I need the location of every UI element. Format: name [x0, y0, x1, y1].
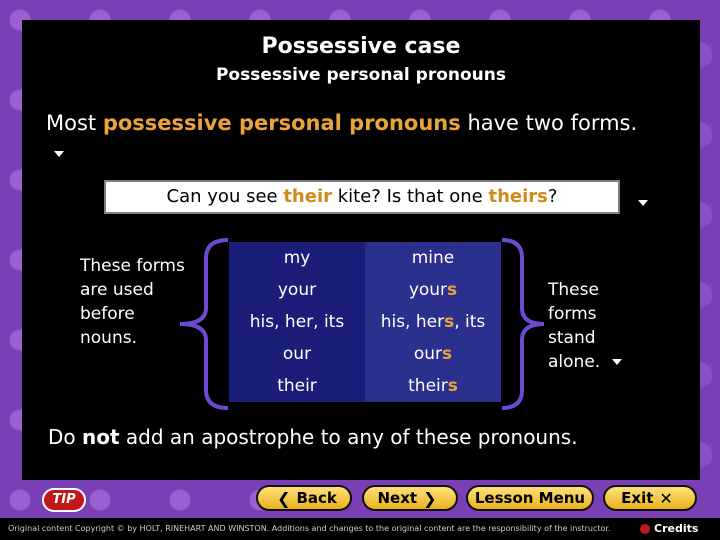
- pronoun-tail: , its: [454, 312, 486, 332]
- right-note-text: These forms stand alone.: [548, 280, 601, 372]
- pronoun-stem: mine: [411, 248, 455, 268]
- pronoun-standalone: his, hers, its: [365, 306, 501, 338]
- left-note: These forms are used before nouns.: [80, 256, 185, 348]
- bottom-part: Do: [48, 425, 82, 449]
- exit-button[interactable]: Exit ✕: [603, 485, 697, 511]
- tip-button[interactable]: TIP: [42, 488, 86, 512]
- slide-title: Possessive case: [261, 34, 461, 59]
- pronoun-suffix: s: [442, 344, 453, 364]
- table-row: his, her, its his, hers, its: [229, 306, 501, 338]
- pronoun-suffix: s: [447, 376, 458, 396]
- table-row: your yours: [229, 274, 501, 306]
- pronoun-stem: your: [408, 280, 448, 300]
- table-row: their theirs: [229, 370, 501, 402]
- back-label: Back: [296, 489, 337, 507]
- intro-after: have two forms.: [460, 111, 638, 135]
- copyright-text: Original content Copyright © by HOLT, RI…: [8, 524, 611, 533]
- left-brace-icon: [179, 238, 229, 410]
- back-button[interactable]: ❮ Back: [256, 485, 352, 511]
- pronoun-stem: his, her: [380, 312, 445, 332]
- chevron-left-icon: ❮: [277, 488, 291, 508]
- pronoun-before-noun: my: [229, 242, 365, 274]
- slide-subtitle: Possessive personal pronouns: [215, 65, 507, 85]
- pronoun-standalone: yours: [365, 274, 501, 306]
- slide: Possessive case Possessive personal pron…: [22, 20, 700, 480]
- pronoun-stem: their: [408, 376, 448, 396]
- table-row: my mine: [229, 242, 501, 274]
- example-their: their: [283, 186, 333, 207]
- advance-arrow-icon[interactable]: [638, 200, 648, 206]
- bottom-note: Do not add an apostrophe to any of these…: [48, 425, 698, 449]
- example-theirs: theirs: [488, 186, 548, 207]
- copyright-bar: Original content Copyright © by HOLT, RI…: [0, 518, 720, 540]
- pronoun-before-noun: his, her, its: [229, 306, 365, 338]
- intro-before: Most: [46, 111, 103, 135]
- right-brace-icon: [501, 238, 545, 410]
- navigation-bar: TIP ❮ Back Next ❯ Lesson Menu Exit ✕: [0, 482, 720, 516]
- pronoun-stem: our: [413, 344, 443, 364]
- lesson-menu-button[interactable]: Lesson Menu: [466, 485, 594, 511]
- pronoun-standalone: ours: [365, 338, 501, 370]
- credits-icon: [640, 524, 650, 534]
- advance-arrow-icon[interactable]: [54, 151, 64, 157]
- exit-label: Exit: [621, 489, 654, 507]
- advance-arrow-icon[interactable]: [612, 359, 623, 365]
- example-part: kite? Is that one: [332, 186, 489, 207]
- example-part: Can you see: [166, 186, 284, 207]
- intro-text: Most possessive personal pronouns have t…: [46, 108, 646, 168]
- next-button[interactable]: Next ❯: [362, 485, 458, 511]
- pronoun-standalone: theirs: [365, 370, 501, 402]
- pronoun-suffix: s: [444, 312, 455, 332]
- bottom-not: not: [82, 425, 120, 449]
- table-row: our ours: [229, 338, 501, 370]
- chevron-right-icon: ❯: [423, 488, 437, 508]
- pronoun-standalone: mine: [365, 242, 501, 274]
- close-icon: ✕: [659, 488, 673, 508]
- example-sentence: Can you see their kite? Is that one thei…: [104, 180, 620, 214]
- credits-button[interactable]: Credits: [640, 518, 698, 540]
- pronoun-table: my mine your yours his, her, its his, hers, i…: [229, 242, 501, 402]
- right-note: These forms stand alone.: [548, 278, 628, 374]
- bottom-part: add an apostrophe to any of these pronou…: [119, 425, 578, 449]
- credits-label: Credits: [654, 522, 699, 535]
- pronoun-before-noun: our: [229, 338, 365, 370]
- example-part: ?: [547, 186, 558, 207]
- next-label: Next: [377, 489, 418, 507]
- lesson-menu-label: Lesson Menu: [474, 489, 586, 507]
- intro-highlight: possessive personal pronouns: [102, 111, 461, 135]
- pronoun-before-noun: your: [229, 274, 365, 306]
- pronoun-suffix: s: [447, 280, 458, 300]
- pronoun-before-noun: their: [229, 370, 365, 402]
